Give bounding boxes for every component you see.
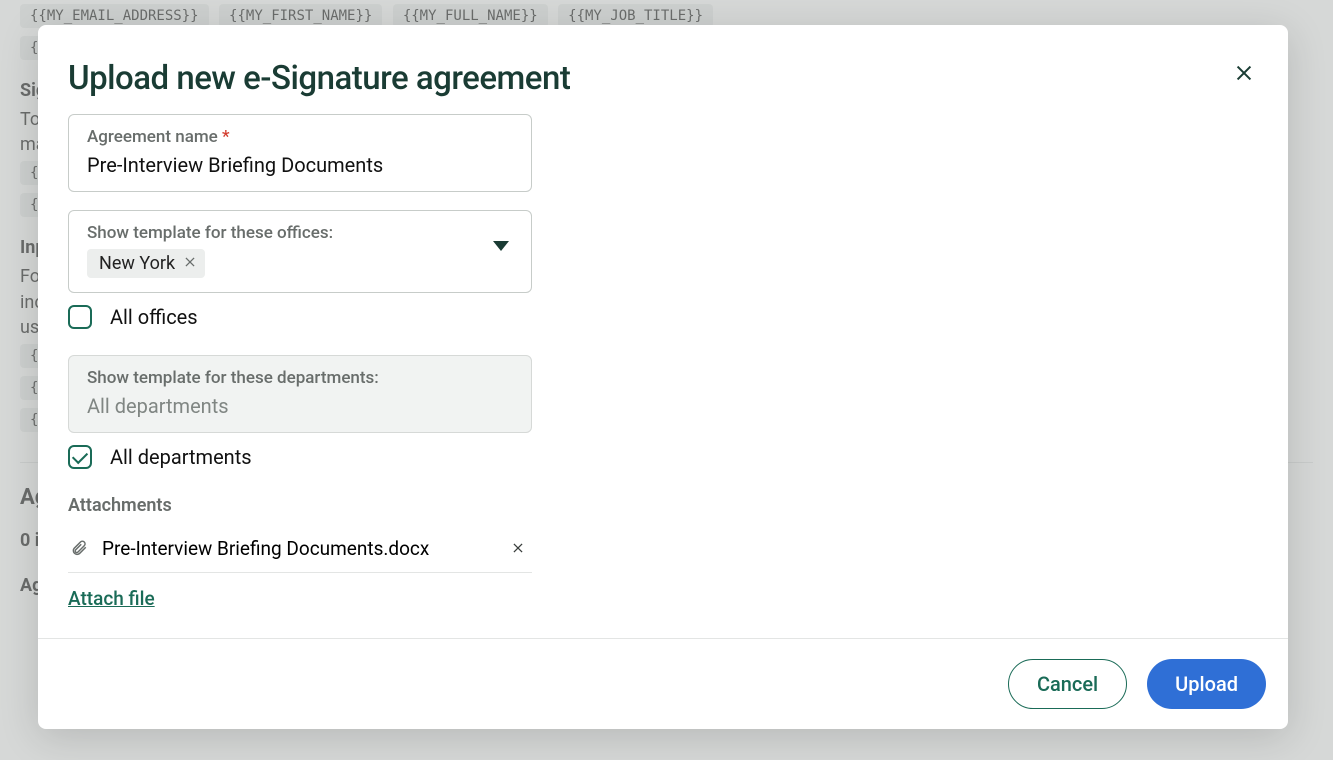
all-departments-checkbox[interactable] [68,445,92,469]
all-offices-checkbox[interactable] [68,305,92,329]
all-offices-row: All offices [68,305,1258,329]
agreement-name-field[interactable]: Agreement name * [68,114,532,192]
all-departments-label: All departments [110,445,252,469]
close-icon [511,537,525,560]
cancel-button[interactable]: Cancel [1008,659,1127,709]
offices-label: Show template for these offices: [87,223,513,243]
remove-attachment-button[interactable] [506,536,530,560]
attachments-heading: Attachments [68,495,1258,516]
departments-label: Show template for these departments: [87,368,513,388]
remove-office-chip[interactable] [183,253,197,274]
departments-select-field: Show template for these departments: All… [68,355,532,433]
attach-file-link[interactable]: Attach file [68,587,155,610]
upload-button[interactable]: Upload [1147,659,1266,709]
modal-footer: Cancel Upload [38,638,1288,729]
agreement-name-label: Agreement name * [87,127,513,147]
agreement-name-input[interactable] [87,153,513,177]
modal-title: Upload new e-Signature agreement [68,59,570,98]
all-offices-label: All offices [110,305,198,329]
departments-value: All departments [87,394,513,418]
upload-agreement-modal: Upload new e-Signature agreement Agreeme… [38,25,1288,729]
office-chip: New York [87,249,205,278]
paperclip-icon [70,539,88,557]
all-departments-row: All departments [68,445,1258,469]
office-chip-label: New York [99,253,175,274]
offices-select-field[interactable]: Show template for these offices: New Yor… [68,210,532,293]
attachment-filename: Pre-Interview Briefing Documents.docx [102,537,492,560]
close-button[interactable] [1230,59,1258,87]
required-asterisk: * [222,127,230,147]
attachment-row: Pre-Interview Briefing Documents.docx [68,528,532,573]
close-icon [183,253,197,274]
chevron-down-icon [493,241,509,251]
